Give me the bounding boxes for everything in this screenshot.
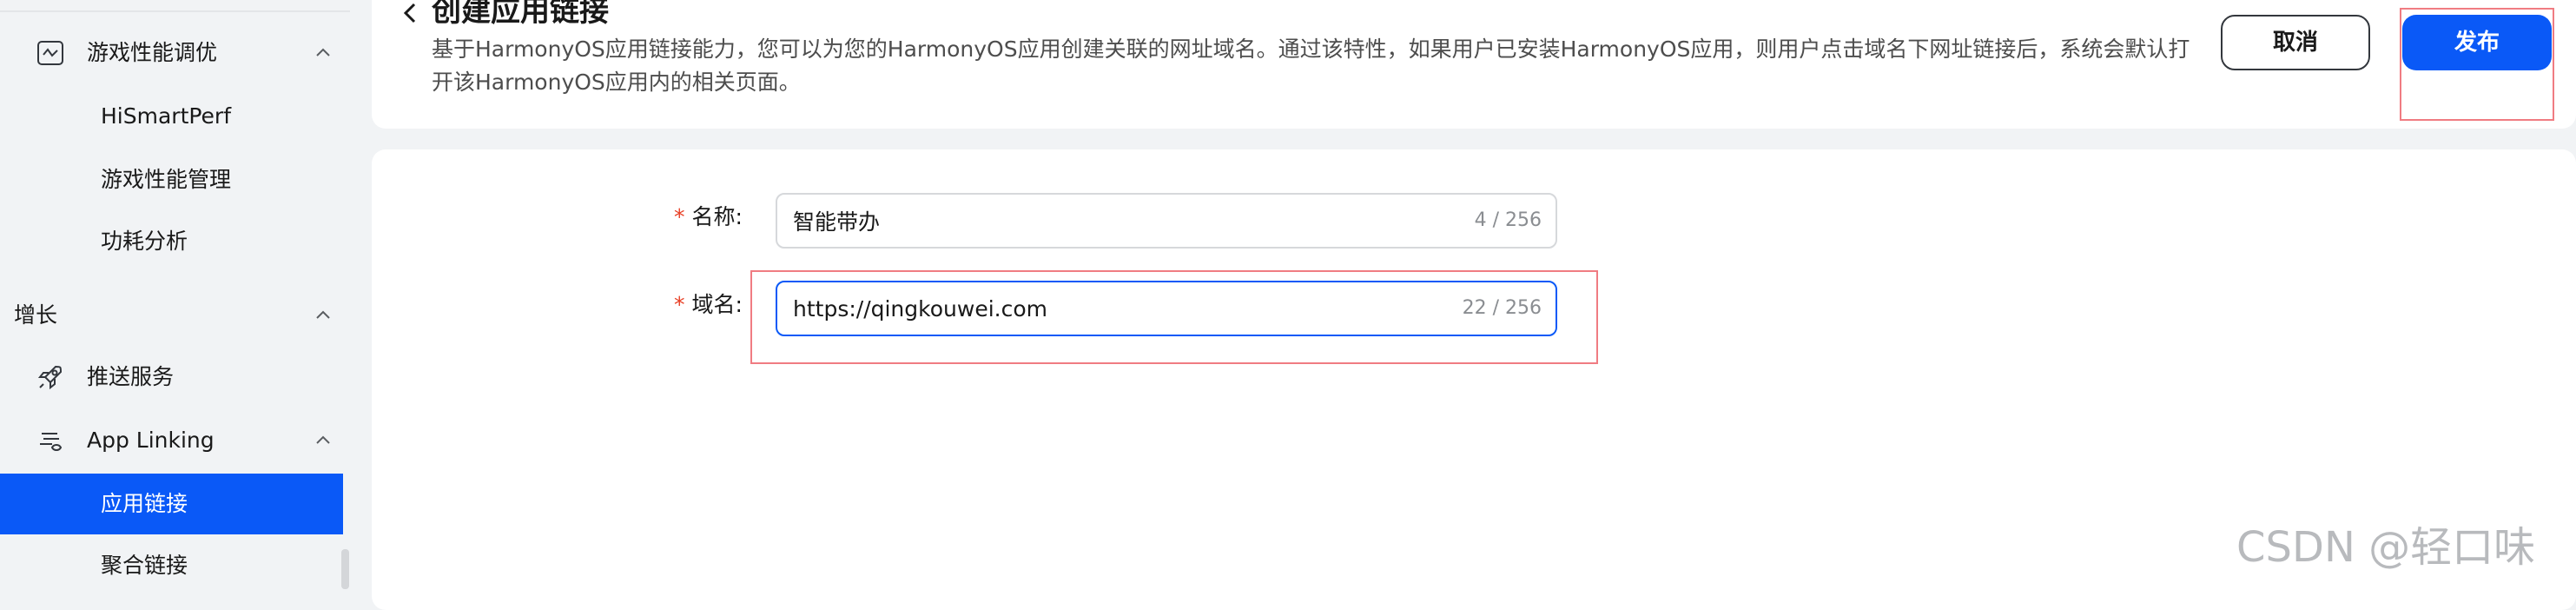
sidebar-item-app-linking[interactable]: App Linking <box>0 412 343 469</box>
page-description: 基于HarmonyOS应用链接能力，您可以为您的HarmonyOS应用创建关联的… <box>432 36 2190 95</box>
sidebar-item-game-performance-management[interactable]: 游戏性能管理 <box>0 151 343 209</box>
sidebar-item-push-service[interactable]: 推送服务 <box>0 348 343 406</box>
required-mark: * <box>674 204 685 229</box>
cancel-button[interactable]: 取消 <box>2221 15 2370 70</box>
link-icon <box>35 425 66 456</box>
sidebar-item-label: 应用链接 <box>101 491 188 516</box>
performance-icon <box>35 37 66 69</box>
page-title: 创建应用链接 <box>432 0 609 29</box>
name-char-counter: 4 / 256 <box>1474 209 1542 231</box>
sidebar-scrollbar[interactable] <box>341 549 349 589</box>
chevron-up-icon[interactable] <box>312 304 334 327</box>
sidebar-item-label: 推送服务 <box>87 364 175 389</box>
domain-field[interactable]: 22 / 256 <box>776 281 1557 336</box>
sidebar-item-aggregate-link[interactable]: 聚合链接 <box>0 537 343 594</box>
domain-char-counter: 22 / 256 <box>1462 297 1542 319</box>
name-label: * 名称: <box>674 200 743 235</box>
sidebar-group-label: 增长 <box>14 302 58 328</box>
name-label-text: 名称: <box>691 204 743 229</box>
rocket-icon <box>35 361 66 393</box>
sidebar-divider <box>0 10 350 12</box>
domain-input[interactable] <box>793 282 1401 335</box>
domain-label: * 域名: <box>674 288 743 322</box>
sidebar: 游戏性能调优 HiSmartPerf 游戏性能管理 功耗分析 增长 推送服务 A… <box>0 0 365 589</box>
watermark: CSDN @轻口味 <box>2236 523 2536 572</box>
sidebar-item-label: App Linking <box>87 428 215 453</box>
sidebar-item-label: 功耗分析 <box>101 229 188 254</box>
domain-label-text: 域名: <box>691 292 743 317</box>
chevron-up-icon[interactable] <box>312 429 334 452</box>
required-mark: * <box>674 292 685 317</box>
sidebar-item-label: HiSmartPerf <box>101 103 232 129</box>
sidebar-group-growth[interactable]: 增长 <box>0 287 343 344</box>
sidebar-item-label: 聚合链接 <box>101 553 188 578</box>
publish-button[interactable]: 发布 <box>2402 15 2552 70</box>
sidebar-item-label: 游戏性能调优 <box>87 40 218 65</box>
sidebar-item-app-link[interactable]: 应用链接 <box>0 474 343 534</box>
name-input[interactable] <box>793 195 1401 247</box>
sidebar-item-label: 游戏性能管理 <box>101 167 232 192</box>
sidebar-item-hismartperf[interactable]: HiSmartPerf <box>0 88 343 145</box>
sidebar-item-game-performance[interactable]: 游戏性能调优 <box>0 24 343 82</box>
name-field[interactable]: 4 / 256 <box>776 193 1557 249</box>
chevron-up-icon[interactable] <box>312 42 334 64</box>
sidebar-item-power-analysis[interactable]: 功耗分析 <box>0 213 343 270</box>
chevron-left-icon[interactable] <box>398 0 424 26</box>
